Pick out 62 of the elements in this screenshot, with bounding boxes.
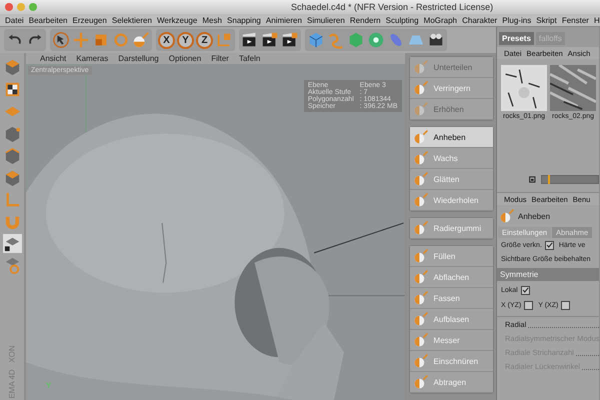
sphere-brush-icon (412, 332, 429, 348)
checkbox[interactable] (520, 286, 530, 295)
sphere-brush-icon (412, 59, 429, 75)
sphere-brush-icon (412, 311, 429, 327)
menu-item[interactable]: Datei (5, 16, 24, 24)
axis-button[interactable]: Y (177, 32, 194, 48)
menu-item[interactable]: MoGraph (424, 16, 458, 24)
clapperboard-icon[interactable] (261, 31, 279, 49)
menu-item[interactable]: Filter (211, 54, 229, 63)
menu-item[interactable]: Sculpting (386, 16, 419, 24)
menu-item[interactable]: Snapping (227, 16, 261, 24)
slider-thumb[interactable] (548, 174, 550, 184)
menu-item[interactable]: Selektieren (112, 16, 152, 24)
sphere-brush-icon (499, 208, 515, 224)
sphere-brush-icon (412, 80, 429, 96)
menu-item[interactable]: Ansicht (40, 54, 66, 63)
brush-item[interactable]: Anheben (410, 127, 493, 148)
checkbox[interactable] (561, 301, 570, 310)
sphere-brush-icon (412, 220, 429, 236)
clapperboard-icon[interactable] (281, 31, 299, 49)
menu-item[interactable]: Plug-ins (502, 16, 532, 24)
zoom-slider[interactable] (540, 174, 599, 184)
checkbox[interactable] (544, 241, 554, 250)
checkbox[interactable] (524, 301, 534, 310)
sphere-brush-icon (412, 150, 429, 166)
menu-item[interactable]: Darstellung (118, 54, 159, 63)
brush-icon[interactable] (132, 31, 150, 49)
menu-item[interactable]: Skript (536, 16, 557, 24)
sphere-brush-icon (412, 101, 429, 117)
sphere-brush-icon (412, 171, 429, 187)
menu-item[interactable]: Bearbeiten (28, 16, 68, 24)
menu-item[interactable]: Charakter (462, 16, 498, 24)
cube-icon[interactable] (2, 146, 22, 165)
cube-icon[interactable] (307, 31, 325, 49)
axis-button[interactable]: Z (196, 32, 213, 48)
menu-item[interactable]: Kameras (76, 54, 108, 63)
panel-tab[interactable]: Presets (499, 32, 534, 45)
sphere-brush-icon (412, 248, 429, 264)
sphere-brush-icon (412, 290, 429, 306)
menu-item[interactable]: Mesh (202, 16, 222, 24)
menu-item[interactable]: Erzeugen (72, 16, 107, 24)
menu-item[interactable]: Werkzeuge (156, 16, 198, 24)
menu-item[interactable]: Rendern (350, 16, 381, 24)
sphere-brush-icon (412, 192, 429, 208)
sphere-brush-icon (412, 353, 429, 369)
section-header: Symmetrie (497, 268, 599, 281)
small-thumbnail-icon[interactable] (529, 176, 536, 182)
menu-item[interactable]: Simulieren (307, 16, 345, 24)
menu-item[interactable]: H (594, 16, 600, 24)
locked-grid-icon[interactable] (2, 234, 22, 253)
axis-label: Y (46, 381, 52, 390)
menu-item[interactable]: Optionen (168, 54, 202, 63)
axis-button[interactable]: X (158, 32, 175, 48)
sphere-brush-icon (412, 129, 429, 145)
menu-item[interactable]: Tafeln (238, 54, 260, 63)
sphere-brush-icon (412, 374, 429, 390)
menu-item[interactable]: Fenster (562, 16, 589, 24)
menu-item[interactable]: Animieren (266, 16, 302, 24)
cursor-icon[interactable] (52, 31, 70, 49)
sphere-brush-icon (412, 269, 429, 285)
tool-name: Anheben (518, 212, 550, 220)
window-title: Schaedel.c4d * (NFR Version - Restricted License) (291, 2, 494, 12)
